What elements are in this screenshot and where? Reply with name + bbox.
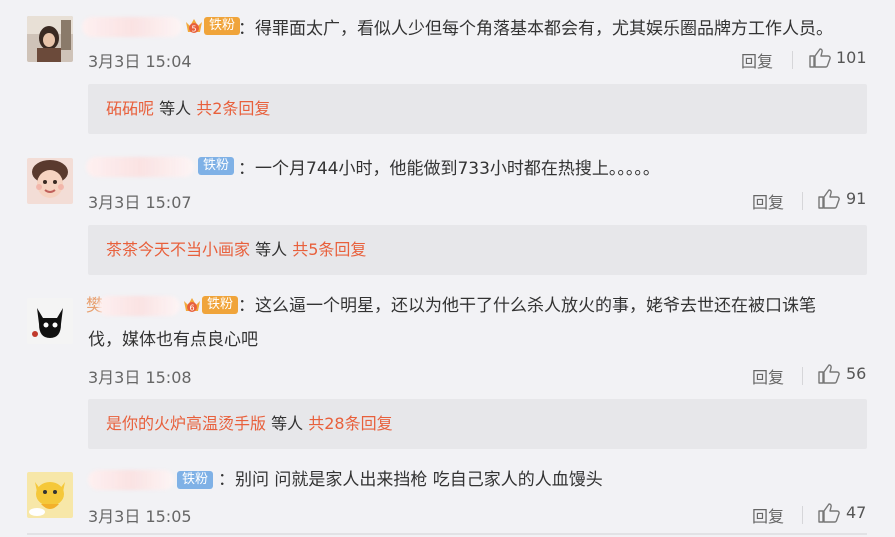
avatar[interactable] xyxy=(27,298,73,344)
reply-button[interactable]: 回复 xyxy=(752,503,784,527)
like-icon[interactable] xyxy=(818,503,840,523)
comment-text: ：一个月744小时，他能做到733小时都在热搜上。。。。。 xyxy=(238,159,660,179)
avatar[interactable] xyxy=(27,472,73,518)
svg-text:6: 6 xyxy=(189,304,194,313)
like-count: 91 xyxy=(846,189,867,208)
like-count: 56 xyxy=(846,364,867,383)
avatar[interactable] xyxy=(27,16,73,62)
badge-label: 铁粉 xyxy=(198,157,235,175)
reply-count-link[interactable]: 共28条回复 xyxy=(308,414,392,433)
fan-badge: 铁粉 xyxy=(198,156,235,176)
badge-label: 铁粉 xyxy=(177,471,214,489)
like-count: 101 xyxy=(836,48,867,67)
reply-button[interactable]: 回复 xyxy=(741,48,773,72)
reply-user-name[interactable]: 是你的火炉高温烫手版 xyxy=(106,414,266,433)
fan-badge: 6 铁粉 xyxy=(182,295,239,315)
comment-text: ：得罪面太广，看似人少但每个角落基本都会有，尤其娱乐圈品牌方工作人员。 xyxy=(238,19,833,39)
reply-preview[interactable]: 砳砳呢 等人 共2条回复 xyxy=(88,84,867,134)
comment-text: ：别问 问就是家人出来挡枪 吃自己家人的人血馒头 xyxy=(218,470,603,490)
username-blurred[interactable] xyxy=(82,17,182,37)
comment-time: 3月3日 15:08 xyxy=(88,368,192,387)
comment-time: 3月3日 15:05 xyxy=(88,507,192,526)
comment-time: 3月3日 15:07 xyxy=(88,193,192,212)
reply-mid-text: 等人 xyxy=(250,240,293,259)
badge-label: 铁粉 xyxy=(202,296,239,314)
divider xyxy=(802,192,803,210)
username-blurred[interactable] xyxy=(98,296,180,316)
reply-count-link[interactable]: 共2条回复 xyxy=(196,99,270,118)
username-blurred[interactable] xyxy=(88,470,174,490)
divider xyxy=(802,506,803,524)
like-icon[interactable] xyxy=(809,48,831,68)
svg-text:5: 5 xyxy=(191,25,196,34)
fan-badge: 5 铁粉 xyxy=(184,16,241,36)
comment-item: 樊 6 铁粉 ：这么逼一个明星，还以为他干了什么杀人放火的事，姥爷去世还在被口诛… xyxy=(0,285,895,455)
reply-preview[interactable]: 茶茶今天不当小画家 等人 共5条回复 xyxy=(88,225,867,275)
reply-count-link[interactable]: 共5条回复 xyxy=(292,240,366,259)
comment-item: 5 铁粉 ：得罪面太广，看似人少但每个角落基本都会有，尤其娱乐圈品牌方工作人员。… xyxy=(0,0,895,145)
reply-mid-text: 等人 xyxy=(266,414,309,433)
avatar[interactable] xyxy=(27,158,73,204)
reply-user-name[interactable]: 砳砳呢 xyxy=(106,99,154,118)
like-count: 47 xyxy=(846,503,867,522)
reply-user-name[interactable]: 茶茶今天不当小画家 xyxy=(106,240,250,259)
reply-mid-text: 等人 xyxy=(154,99,197,118)
comment-text-line1: ：这么逼一个明星，还以为他干了什么杀人放火的事，姥爷去世还在被口诛笔 xyxy=(238,296,816,316)
divider xyxy=(27,533,867,535)
reply-preview[interactable]: 是你的火炉高温烫手版 等人 共28条回复 xyxy=(88,399,867,449)
like-icon[interactable] xyxy=(818,364,840,384)
divider xyxy=(802,367,803,385)
comment-time: 3月3日 15:04 xyxy=(88,52,192,71)
level-crown-icon: 6 xyxy=(182,295,202,315)
level-crown-icon: 5 xyxy=(184,16,204,36)
reply-button[interactable]: 回复 xyxy=(752,189,784,213)
comment-text-line2: 伐，媒体也有点良心吧 xyxy=(88,330,258,350)
divider xyxy=(792,51,793,69)
comment-item: 铁粉 ：一个月744小时，他能做到733小时都在热搜上。。。。。 3月3日 15… xyxy=(0,145,895,285)
username-blurred[interactable] xyxy=(86,157,194,177)
badge-label: 铁粉 xyxy=(204,17,241,35)
fan-badge: 铁粉 xyxy=(177,470,214,490)
comment-item: 铁粉 ：别问 问就是家人出来挡枪 吃自己家人的人血馒头 3月3日 15:05 回… xyxy=(0,455,895,537)
reply-button[interactable]: 回复 xyxy=(752,364,784,388)
like-icon[interactable] xyxy=(818,189,840,209)
